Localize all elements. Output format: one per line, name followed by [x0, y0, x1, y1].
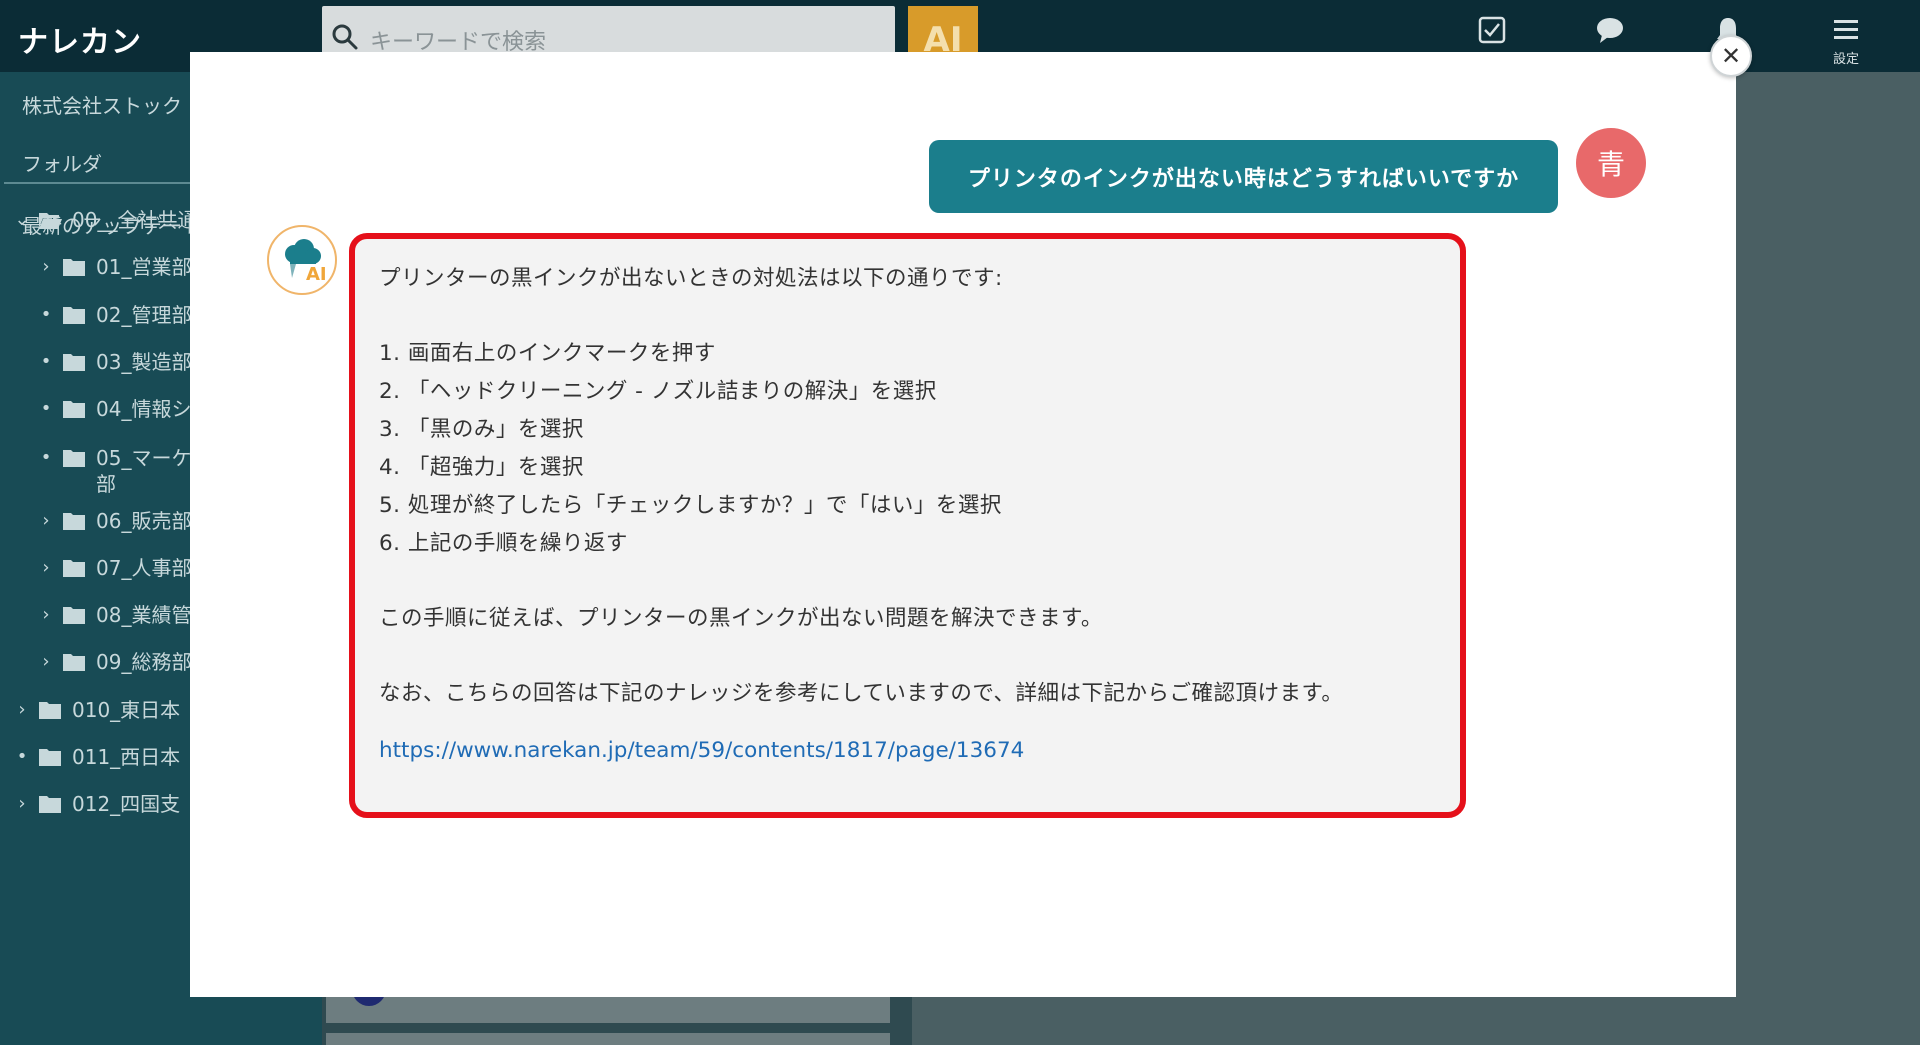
answer-reference-note: なお、こちらの回答は下記のナレッジを参考にしていますので、詳細は下記からご確認頂… [379, 681, 1344, 706]
folder-tree-item[interactable]: › 08_業績管理 [36, 602, 211, 628]
folder-icon [39, 749, 61, 766]
folder-tree-item[interactable]: ⌄ 00__全社共通 [12, 207, 197, 233]
folder-icon [63, 607, 85, 624]
folder-tree-item[interactable]: • 05_マーケ部 [36, 445, 192, 497]
folder-icon [39, 796, 61, 813]
folder-tree-item[interactable]: › 010_東日本 [12, 697, 180, 723]
settings-label: 設定 [1832, 52, 1859, 67]
bullet-icon[interactable]: • [36, 302, 56, 328]
folder-label: 03_製造部 [96, 350, 192, 374]
checkbox-icon[interactable] [1470, 8, 1514, 52]
folder-icon [63, 307, 85, 324]
user-message: プリンタのインクが出ない時はどうすればいいですか [929, 140, 1558, 213]
chevron-right-icon[interactable]: › [36, 254, 56, 280]
folder-label: 02_管理部 [96, 303, 192, 327]
bullet-icon[interactable]: • [36, 445, 56, 471]
folder-tree-item[interactable]: › 09_総務部 [36, 649, 191, 675]
folder-tree-item[interactable]: › 01_営業部 [36, 254, 191, 280]
folder-label: 06_販売部 [96, 509, 192, 533]
folder-tree-item[interactable]: • 03_製造部 [36, 349, 192, 375]
folder-tree-item[interactable]: › 012_四国支 [12, 791, 180, 817]
folder-label: 011_西日本 [72, 745, 181, 769]
ai-avatar-label: AI [306, 264, 327, 285]
folder-label: 00__全社共通 [72, 208, 198, 232]
chat-bubble-icon[interactable] [1588, 8, 1632, 52]
ai-cloud-icon: AI [285, 239, 327, 285]
ai-avatar: AI [267, 225, 337, 295]
user-avatar: 青 [1576, 128, 1646, 198]
folder-icon [63, 513, 85, 530]
folder-icon [63, 560, 85, 577]
close-button[interactable]: ✕ [1710, 35, 1752, 77]
answer-step: 5. 処理が終了したら「チェックしますか？」で「はい」を選択 [379, 493, 1002, 518]
folder-icon [63, 450, 85, 467]
chevron-right-icon[interactable]: › [12, 791, 32, 817]
chevron-right-icon[interactable]: › [36, 602, 56, 628]
folder-label: 07_人事部 [96, 556, 192, 580]
answer-step: 6. 上記の手順を繰り返す [379, 531, 628, 556]
folder-icon [39, 702, 61, 719]
chevron-right-icon[interactable]: › [36, 649, 56, 675]
folder-header[interactable]: フォルダ [22, 148, 102, 177]
folder-tree-item[interactable]: › 06_販売部 [36, 508, 191, 534]
answer-link[interactable]: https://www.narekan.jp/team/59/contents/… [379, 738, 1024, 763]
folder-icon [63, 654, 85, 671]
answer-intro: プリンターの黒インクが出ないときの対処法は以下の通りです: [379, 266, 1003, 291]
ai-answer-box: プリンターの黒インクが出ないときの対処法は以下の通りです: 1. 画面右上のイン… [349, 233, 1466, 818]
folder-tree-item[interactable]: • 011_西日本 [12, 744, 181, 770]
bullet-icon[interactable]: • [12, 744, 32, 770]
folder-label: 01_営業部 [96, 255, 192, 279]
folder-icon [63, 401, 85, 418]
answer-conclusion: この手順に従えば、プリンターの黒インクが出ない問題を解決できます。 [379, 606, 1103, 631]
chevron-right-icon[interactable]: › [12, 697, 32, 723]
chevron-right-icon[interactable]: › [36, 508, 56, 534]
menu-icon[interactable] [1824, 8, 1868, 52]
folder-tree-item[interactable]: › 07_人事部 [36, 555, 191, 581]
folder-icon [63, 259, 85, 276]
chevron-down-icon[interactable]: ⌄ [12, 207, 32, 233]
bullet-icon[interactable]: • [36, 396, 56, 422]
folder-icon [63, 354, 85, 371]
answer-step: 2. 「ヘッドクリーニング - ノズル詰まりの解決」を選択 [379, 379, 937, 404]
answer-step: 1. 画面右上のインクマークを押す [379, 341, 716, 366]
folder-open-icon [39, 213, 62, 229]
close-icon: ✕ [1720, 42, 1742, 70]
chevron-right-icon[interactable]: › [36, 555, 56, 581]
answer-step: 4. 「超強力」を選択 [379, 455, 584, 480]
search-icon [332, 24, 358, 50]
app-logo[interactable]: ナレカン [18, 17, 142, 61]
answer-step: 3. 「黒のみ」を選択 [379, 417, 584, 442]
company-name[interactable]: 株式会社ストック [22, 90, 182, 119]
main-card [326, 1033, 890, 1045]
folder-tree-item[interactable]: • 02_管理部 [36, 302, 192, 328]
folder-label: 05_マーケ部 [96, 446, 192, 496]
bullet-icon[interactable]: • [36, 349, 56, 375]
folder-label: 010_東日本 [72, 698, 181, 722]
folder-label: 09_総務部 [96, 650, 192, 674]
folder-label: 012_四国支 [72, 792, 181, 816]
